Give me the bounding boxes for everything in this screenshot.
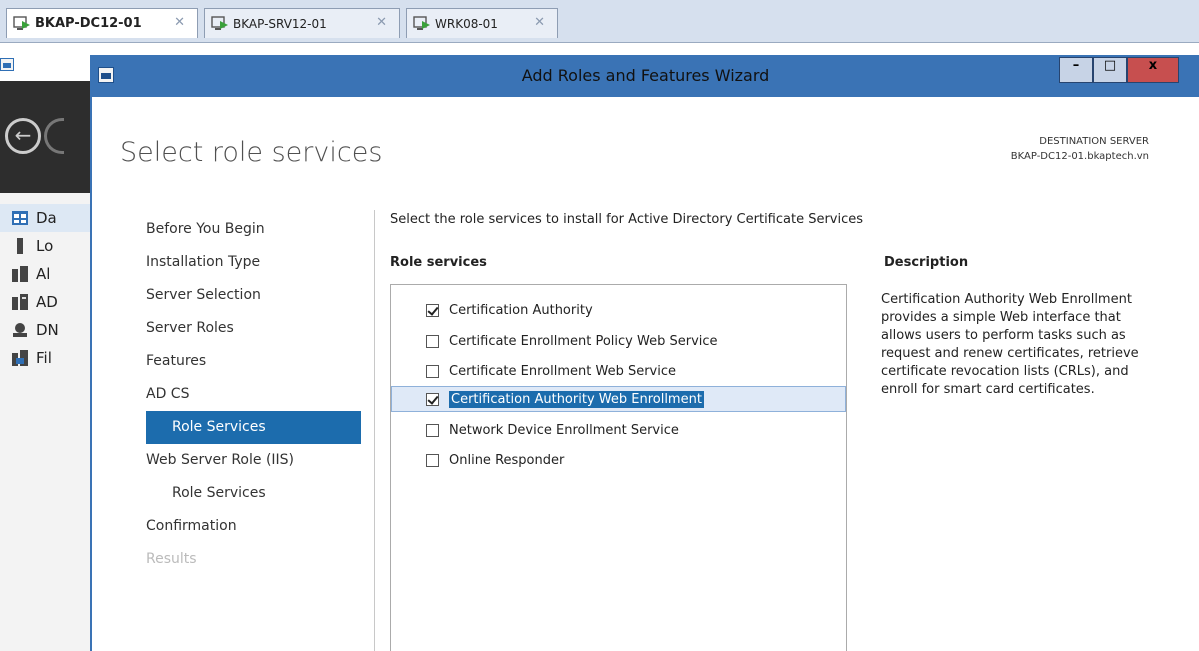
all-servers-icon xyxy=(12,266,28,282)
step-confirmation[interactable]: Confirmation xyxy=(146,510,361,543)
step-ad-cs[interactable]: AD CS xyxy=(146,378,361,411)
back-arrow-icon[interactable]: ← xyxy=(5,118,41,154)
local-server-icon xyxy=(17,238,23,254)
vm-tab-wrk08-01[interactable]: WRK08-01 ✕ xyxy=(406,8,558,38)
nav-item-dns[interactable]: DN xyxy=(0,316,92,344)
role-service-item[interactable]: Online Responder xyxy=(391,447,846,473)
wizard-steps: Before You Begin Installation Type Serve… xyxy=(146,213,361,576)
close-tab-icon[interactable]: ✕ xyxy=(534,15,545,30)
close-button[interactable]: x xyxy=(1127,57,1179,83)
dashboard-icon xyxy=(12,211,28,225)
role-service-label: Certification Authority xyxy=(449,302,593,318)
role-service-label: Certification Authority Web Enrollment xyxy=(449,390,704,408)
role-services-list: Certification Authority Certificate Enro… xyxy=(390,284,847,651)
vm-tab-bkap-srv12-01[interactable]: BKAP-SRV12-01 ✕ xyxy=(204,8,400,38)
description-header: Description xyxy=(884,255,969,270)
virtual-machine-icon xyxy=(413,15,430,30)
close-tab-icon[interactable]: ✕ xyxy=(174,15,185,30)
step-features[interactable]: Features xyxy=(146,345,361,378)
minimize-button[interactable]: – xyxy=(1059,57,1093,83)
checkbox[interactable] xyxy=(426,334,439,348)
role-service-item[interactable]: Certificate Enrollment Policy Web Servic… xyxy=(391,328,846,354)
role-service-item[interactable]: Network Device Enrollment Service xyxy=(391,417,846,443)
description-text: Certification Authority Web Enrollment p… xyxy=(881,292,1139,397)
virtual-machine-icon xyxy=(211,15,228,30)
role-service-item[interactable]: Certificate Enrollment Web Service xyxy=(391,358,846,384)
nav-item-label: Lo xyxy=(36,237,54,255)
wizard-title: Add Roles and Features Wizard xyxy=(521,66,770,85)
step-results: Results xyxy=(146,551,197,567)
vm-tab-label: WRK08-01 xyxy=(435,16,498,31)
role-service-item-selected[interactable]: Certification Authority Web Enrollment xyxy=(391,386,846,412)
role-service-label: Online Responder xyxy=(449,452,565,468)
close-tab-icon[interactable]: ✕ xyxy=(376,15,387,30)
checkbox-checked[interactable] xyxy=(426,303,439,317)
nav-item-local-server[interactable]: Lo xyxy=(0,232,92,260)
nav-item-ad-cs[interactable]: AD xyxy=(0,288,92,316)
step-web-server-role[interactable]: Web Server Role (IIS) xyxy=(146,444,361,477)
checkbox[interactable] xyxy=(426,423,439,437)
nav-item-dashboard[interactable]: Da xyxy=(0,204,92,232)
step-installation-type[interactable]: Installation Type xyxy=(146,246,361,279)
nav-item-file-services[interactable]: Fil xyxy=(0,344,92,372)
destination-server-name: BKAP-DC12-01.bkaptech.vn xyxy=(1010,151,1149,162)
checkbox-checked[interactable] xyxy=(426,392,439,406)
page-title: Select role services xyxy=(120,137,383,168)
file-services-icon xyxy=(12,350,28,366)
vm-tab-label: BKAP-SRV12-01 xyxy=(233,16,327,31)
wizard-title-bar[interactable]: Add Roles and Features Wizard – □ x xyxy=(92,55,1199,97)
role-services-header: Role services xyxy=(390,255,487,270)
vm-tab-strip: BKAP-DC12-01 ✕ BKAP-SRV12-01 ✕ WRK08-01 … xyxy=(0,0,1199,43)
role-service-label: Certificate Enrollment Web Service xyxy=(449,363,676,379)
role-service-item[interactable]: Certification Authority xyxy=(391,297,846,323)
step-role-services-active[interactable]: Role Services xyxy=(146,411,361,444)
ad-cs-icon xyxy=(12,294,28,310)
server-manager-icon xyxy=(0,58,14,71)
nav-item-label: Fil xyxy=(36,349,52,367)
nav-item-all-servers[interactable]: Al xyxy=(0,260,92,288)
destination-server-label: DESTINATION SERVER xyxy=(1039,136,1149,147)
nav-item-label: Al xyxy=(36,265,51,283)
step-iis-role-services[interactable]: Role Services xyxy=(146,477,361,510)
dns-icon xyxy=(13,323,27,337)
role-service-label: Certificate Enrollment Policy Web Servic… xyxy=(449,333,718,349)
step-before-you-begin[interactable]: Before You Begin xyxy=(146,213,361,246)
checkbox[interactable] xyxy=(426,364,439,378)
intro-text: Select the role services to install for … xyxy=(390,212,864,227)
nav-item-label: DN xyxy=(36,321,59,339)
vm-tab-bkap-dc12-01[interactable]: BKAP-DC12-01 ✕ xyxy=(6,8,198,38)
nav-item-label: Da xyxy=(36,209,57,227)
step-server-selection[interactable]: Server Selection xyxy=(146,279,361,312)
vm-tab-label: BKAP-DC12-01 xyxy=(35,16,142,31)
step-server-roles[interactable]: Server Roles xyxy=(146,312,361,345)
steps-divider xyxy=(374,210,375,651)
checkbox[interactable] xyxy=(426,453,439,467)
virtual-machine-icon xyxy=(13,15,30,30)
role-service-label: Network Device Enrollment Service xyxy=(449,422,679,438)
maximize-button[interactable]: □ xyxy=(1093,57,1127,83)
nav-item-label: AD xyxy=(36,293,58,311)
server-manager-nav: Da Lo Al AD DN Fil xyxy=(0,193,92,651)
